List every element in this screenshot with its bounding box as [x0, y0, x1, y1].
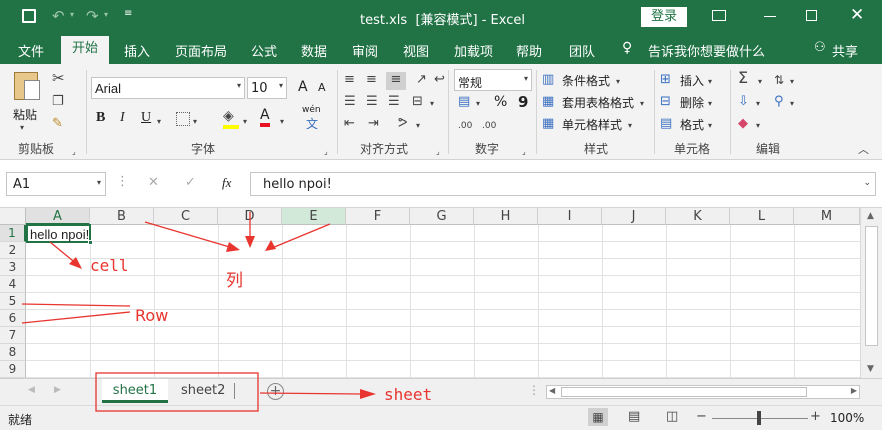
column-arrow-left: [144, 221, 234, 249]
annotation-cell-label: cell: [90, 256, 129, 275]
sheet-arrow: [259, 392, 361, 395]
sheet-highlight-box: [95, 372, 259, 412]
column-arrow-right: [271, 223, 331, 249]
annotation-column-label: 列: [226, 271, 243, 291]
arrowhead-icon: [245, 236, 255, 248]
annotation-sheet-label: sheet: [384, 385, 433, 404]
row-line-upper: [21, 303, 131, 307]
annotation-overlay: [21, 212, 376, 412]
arrowhead-icon: [360, 389, 376, 399]
row-line-lower: [21, 311, 131, 324]
arrowhead-icon: [226, 242, 240, 252]
annotation-row-label: Row: [135, 306, 169, 325]
arrowhead-icon: [265, 240, 276, 251]
